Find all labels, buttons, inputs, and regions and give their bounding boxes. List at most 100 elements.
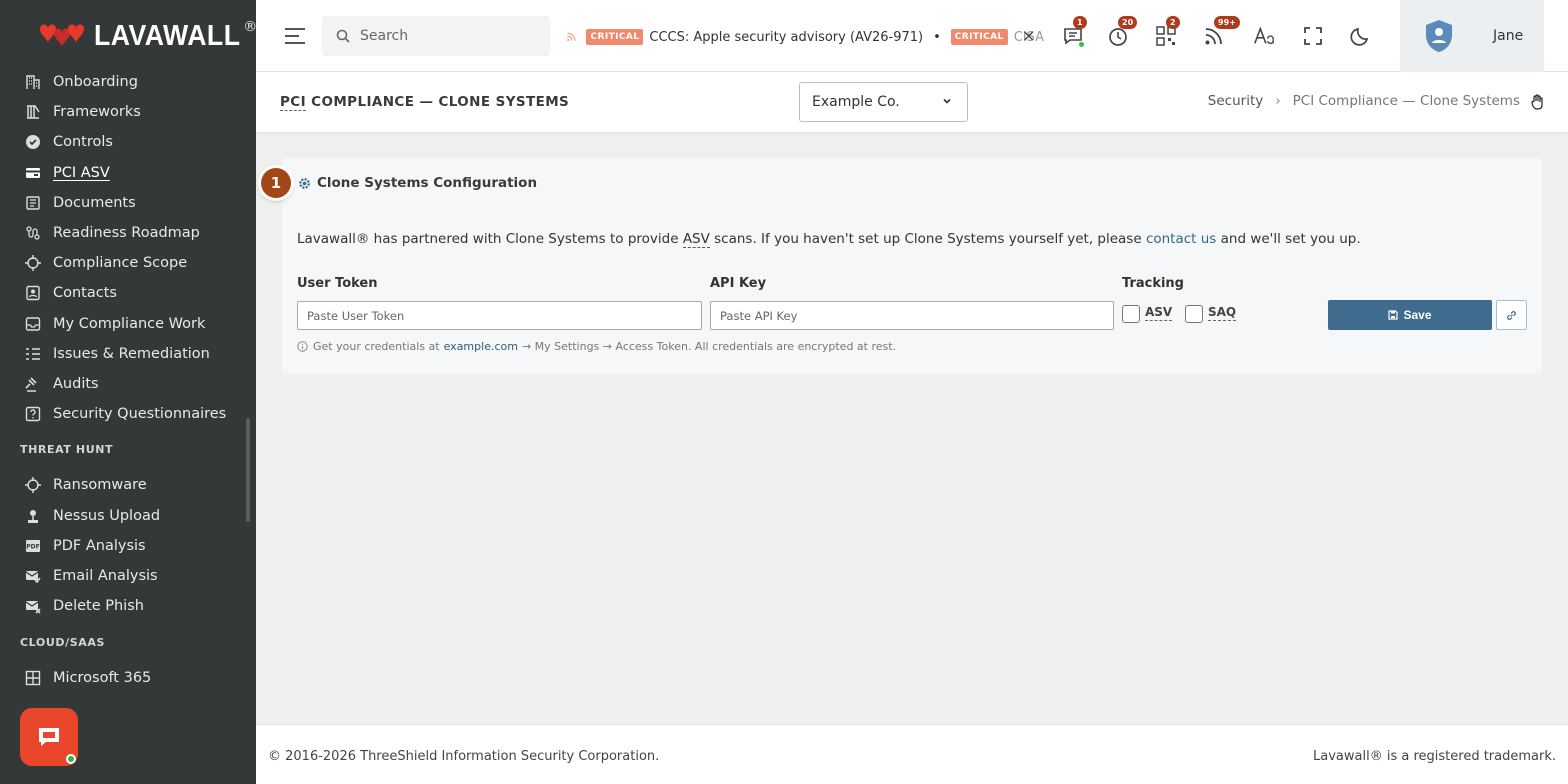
- asv-abbr: ASV: [682, 231, 710, 248]
- desc-part: and we'll set you up.: [1216, 231, 1361, 247]
- contact-card-icon: [25, 285, 41, 301]
- sidebar-item-label: Security Questionnaires: [53, 406, 227, 423]
- breadcrumb-security[interactable]: Security: [1208, 93, 1263, 109]
- sidebar-item-label: Microsoft 365: [53, 670, 152, 687]
- ticker-close-button[interactable]: ×: [1022, 26, 1035, 45]
- qr-button[interactable]: 2: [1154, 16, 1180, 48]
- windows-grid-icon: [25, 670, 41, 686]
- breadcrumb-separator: ›: [1275, 93, 1281, 109]
- search-input[interactable]: [360, 28, 540, 44]
- feed-button[interactable]: 99+: [1202, 16, 1240, 48]
- sidebar-item-label: Frameworks: [53, 104, 141, 121]
- fullscreen-button[interactable]: [1301, 24, 1325, 48]
- sidebar-item-label: My Compliance Work: [53, 315, 206, 332]
- sidebar-item-compliance-scope[interactable]: Compliance Scope: [0, 248, 256, 278]
- timer-button[interactable]: 20: [1106, 16, 1138, 48]
- user-menu[interactable]: Jane: [1400, 0, 1544, 72]
- gear-icon: [299, 177, 310, 189]
- saq-checkbox[interactable]: [1185, 305, 1203, 323]
- sidebar-item-email-analysis[interactable]: Email Analysis: [0, 561, 256, 591]
- sidebar-item-issues-remediation[interactable]: Issues & Remediation: [0, 339, 256, 369]
- save-button-label: Save: [1403, 308, 1432, 322]
- sidebar-item-audits[interactable]: Audits: [0, 369, 256, 399]
- critical-badge: CRITICAL: [586, 29, 644, 45]
- sidebar-item-documents[interactable]: Documents: [0, 188, 256, 218]
- news-ticker[interactable]: CRITICAL CCCS: Apple security advisory (…: [566, 24, 1044, 50]
- desc-part: scans. If you haven't set up Clone Syste…: [709, 231, 1146, 247]
- asv-checkbox-label[interactable]: ASV: [1145, 305, 1173, 321]
- font-size-button[interactable]: [1252, 24, 1276, 48]
- company-select-value: Example Co.: [812, 94, 900, 110]
- page-title: PCI COMPLIANCE — CLONE SYSTEMS: [280, 94, 570, 111]
- save-button[interactable]: Save: [1328, 300, 1492, 330]
- check-badge-icon: [25, 134, 41, 150]
- sidebar-item-label: Issues & Remediation: [53, 345, 210, 362]
- saq-checkbox-label[interactable]: SAQ: [1208, 305, 1237, 321]
- sidebar-item-onboarding[interactable]: Onboarding: [0, 67, 256, 97]
- sidebar-item-microsoft-365[interactable]: Microsoft 365: [0, 663, 256, 693]
- user-token-input[interactable]: [297, 301, 702, 330]
- sidebar-item-delete-phish[interactable]: Delete Phish: [0, 591, 256, 621]
- sidebar-item-label: Onboarding: [53, 74, 138, 91]
- info-icon: [297, 341, 308, 352]
- example-domain-link[interactable]: example.com: [444, 340, 518, 353]
- gavel-icon: [25, 376, 41, 392]
- ticker-separator: •: [933, 29, 941, 45]
- sidebar-item-security-questionnaires[interactable]: Security Questionnaires: [0, 399, 256, 429]
- lavawall-logo[interactable]: LAVAWALL ®: [32, 16, 257, 56]
- sidebar-item-contacts[interactable]: Contacts: [0, 278, 256, 308]
- sidebar-item-ransomware[interactable]: Ransomware: [0, 470, 256, 500]
- sidebar-item-readiness-roadmap[interactable]: Readiness Roadmap: [0, 218, 256, 248]
- page-title-abbr: PCI: [280, 94, 307, 111]
- upload-icon: [25, 508, 41, 524]
- crosshair-icon: [25, 255, 41, 272]
- asv-checkbox[interactable]: [1122, 305, 1140, 323]
- sidebar-item-label: Compliance Scope: [53, 255, 188, 272]
- desc-part: Lavawall® has partnered with Clone Syste…: [297, 231, 683, 247]
- trademark-text: Lavawall® is a registered trademark.: [1313, 749, 1556, 764]
- hand-pointer-icon[interactable]: [1530, 94, 1544, 110]
- search-box[interactable]: [322, 16, 550, 56]
- contact-us-link[interactable]: contact us: [1146, 231, 1216, 247]
- sidebar-scrollbar[interactable]: [246, 418, 250, 522]
- sidebar-item-pdf-analysis[interactable]: PDF PDF Analysis: [0, 531, 256, 561]
- link-button[interactable]: [1496, 300, 1527, 330]
- sidebar-item-label: Ransomware: [53, 477, 147, 494]
- mail-check-icon: [25, 568, 41, 584]
- sidebar-item-my-compliance-work[interactable]: My Compliance Work: [0, 309, 256, 339]
- sidebar-item-controls[interactable]: Controls: [0, 127, 256, 157]
- copyright-text: © 2016-2026 ThreeShield Information Secu…: [268, 749, 660, 764]
- mail-x-icon: [25, 598, 41, 614]
- moon-icon: [1350, 27, 1369, 46]
- credentials-help: Get your credentials at example.com → My…: [297, 340, 896, 353]
- question-square-icon: [25, 406, 41, 422]
- sidebar-item-frameworks[interactable]: Frameworks: [0, 97, 256, 127]
- sidebar-item-label: Nessus Upload: [53, 507, 161, 524]
- online-status-dot: [66, 754, 76, 764]
- sidebar-item-nessus-upload[interactable]: Nessus Upload: [0, 500, 256, 530]
- dark-mode-button[interactable]: [1349, 24, 1373, 48]
- sidebar-item-label: Controls: [53, 134, 113, 151]
- company-select[interactable]: Example Co.: [799, 82, 968, 122]
- documents-icon: [25, 195, 41, 211]
- ticker-item[interactable]: CCCS: Apple security advisory (AV26-971): [649, 30, 923, 45]
- sidebar-item-label: Documents: [53, 194, 136, 211]
- page-title-text: COMPLIANCE — CLONE SYSTEMS: [306, 94, 570, 110]
- sidebar-nav: Onboarding Frameworks Controls PCI ASV D…: [0, 67, 256, 693]
- footer: © 2016-2026 ThreeShield Information Secu…: [256, 724, 1568, 784]
- search-icon: [336, 29, 350, 43]
- chat-button[interactable]: [20, 708, 78, 766]
- qr-count: 2: [1166, 16, 1180, 29]
- api-key-input[interactable]: [710, 301, 1114, 330]
- credit-card-icon: [25, 165, 41, 181]
- sidebar-item-label: Email Analysis: [53, 567, 158, 584]
- topbar: CRITICAL CCCS: Apple security advisory (…: [256, 0, 1568, 72]
- user-shield-avatar-icon: [1426, 20, 1452, 52]
- bank-icon: [25, 104, 41, 120]
- messages-button[interactable]: 1: [1061, 16, 1087, 48]
- timer-count: 20: [1118, 16, 1138, 29]
- sidebar-item-pci-asv[interactable]: PCI ASV: [0, 158, 256, 188]
- tracking-label: Tracking: [1122, 276, 1184, 291]
- menu-toggle[interactable]: [284, 26, 306, 46]
- brand-name: LAVAWALL: [94, 19, 241, 52]
